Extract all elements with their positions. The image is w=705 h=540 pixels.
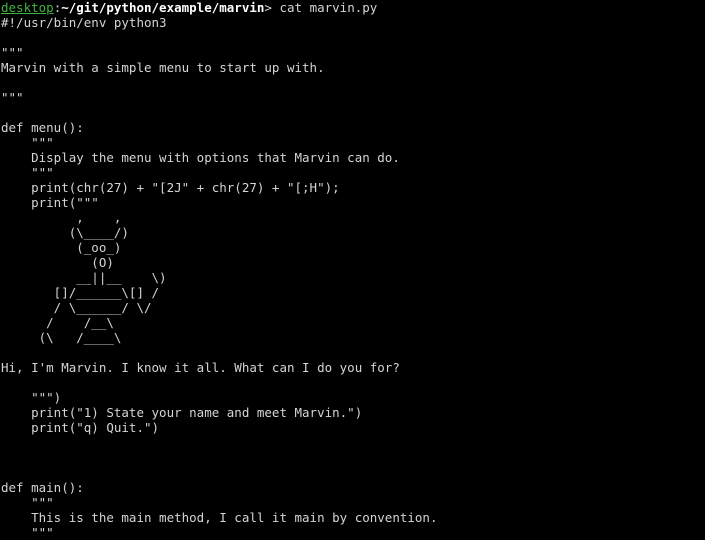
- file-output: #!/usr/bin/env python3 """ Marvin with a s…: [1, 15, 705, 540]
- output-line: Hi, I'm Marvin. I know it all. What can …: [1, 360, 400, 375]
- output-line: / /__\: [1, 315, 114, 330]
- output-line: (O): [1, 255, 114, 270]
- output-line: / \______/ \/: [1, 300, 152, 315]
- output-line: """: [1, 45, 24, 60]
- output-line: print(""": [1, 195, 99, 210]
- output-line: (_oo_): [1, 240, 122, 255]
- prompt-path: ~/git/python/example/marvin: [61, 0, 265, 15]
- output-line: """: [1, 135, 54, 150]
- output-line: __||__ \): [1, 270, 167, 285]
- output-line: print("1) State your name and meet Marvi…: [1, 405, 363, 420]
- output-line: """: [1, 165, 54, 180]
- output-line: print("q) Quit."): [1, 420, 160, 435]
- output-line: (\ /____\: [1, 330, 122, 345]
- output-line: Display the menu with options that Marvi…: [1, 150, 400, 165]
- output-line: def main():: [1, 480, 84, 495]
- output-line: Marvin with a simple menu to start up wi…: [1, 60, 325, 75]
- prompt-symbol: >: [264, 0, 272, 15]
- output-line: This is the main method, I call it main …: [1, 510, 438, 525]
- output-line: """): [1, 390, 62, 405]
- terminal-window[interactable]: desktop:~/git/python/example/marvin> cat…: [0, 0, 705, 540]
- output-line: """: [1, 90, 24, 105]
- output-line: #!/usr/bin/env python3: [1, 15, 167, 30]
- output-line: , ,: [1, 210, 122, 225]
- output-line: """: [1, 495, 54, 510]
- prompt-command: cat marvin.py: [271, 0, 378, 15]
- output-line: def menu():: [1, 120, 84, 135]
- shell-prompt-line: desktop:~/git/python/example/marvin> cat…: [1, 0, 705, 15]
- output-line: print(chr(27) + "[2J" + chr(27) + "[;H")…: [1, 180, 340, 195]
- output-line: (\____/): [1, 225, 129, 240]
- output-line: []/______\[] /: [1, 285, 160, 300]
- prompt-host: desktop: [1, 0, 54, 15]
